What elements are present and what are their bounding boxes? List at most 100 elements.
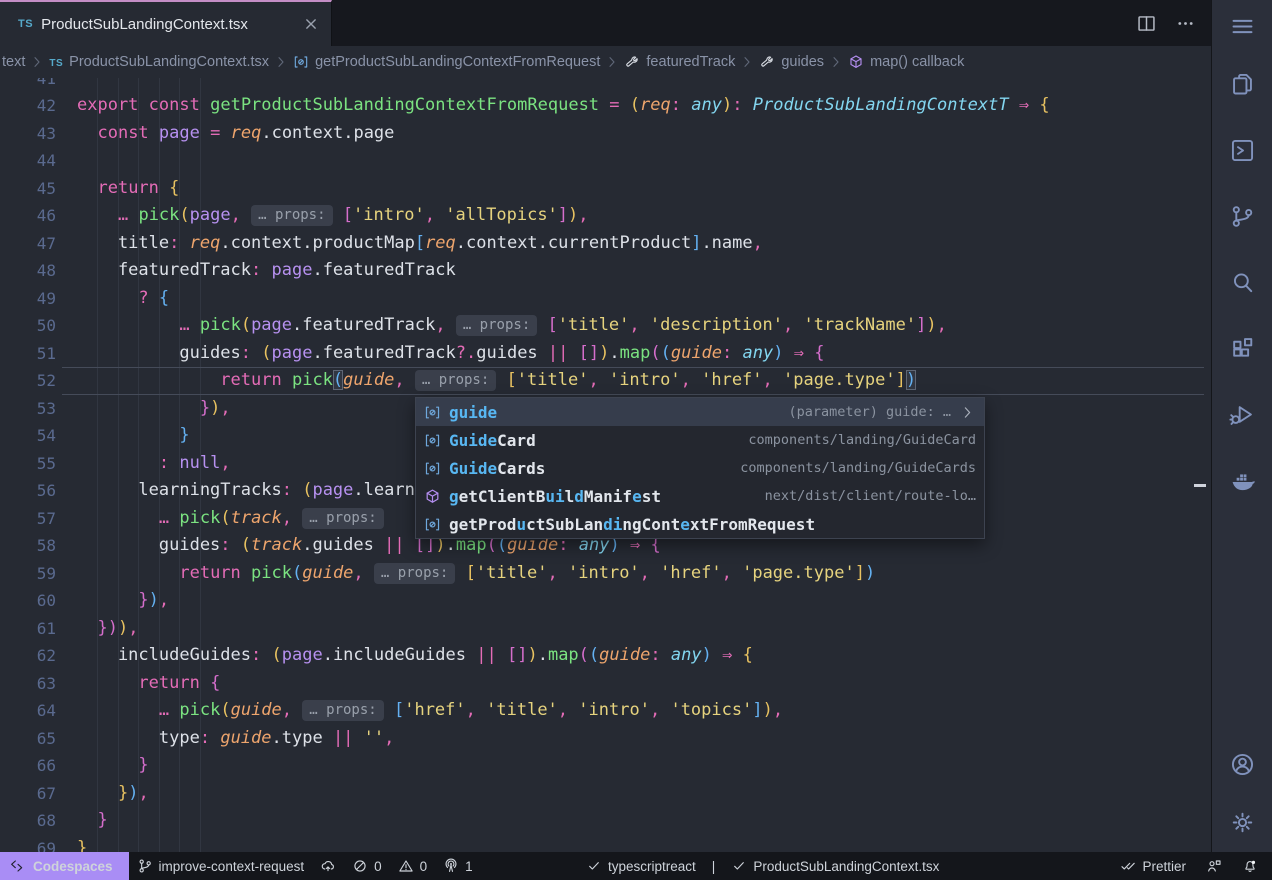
breadcrumb-label: featuredTrack xyxy=(646,54,735,70)
code-line-44[interactable]: 44 xyxy=(0,147,1212,175)
line-number[interactable]: 67 xyxy=(0,780,56,808)
source-control-icon[interactable] xyxy=(1212,190,1272,242)
wrench-icon xyxy=(624,54,640,70)
line-number[interactable]: 48 xyxy=(0,257,56,285)
breadcrumb-file[interactable]: TSProductSubLandingContext.tsx xyxy=(49,54,269,70)
feedback-icon-icon xyxy=(1206,858,1222,874)
settings-gear-icon[interactable] xyxy=(1212,796,1272,848)
line-number[interactable]: 46 xyxy=(0,202,56,230)
language-mode[interactable]: typescriptreact xyxy=(578,852,704,880)
line-number[interactable]: 66 xyxy=(0,752,56,780)
active-file-status[interactable]: ProductSubLandingContext.tsx xyxy=(723,852,947,880)
line-number[interactable]: 57 xyxy=(0,505,56,533)
code-line-52[interactable]: 52 return pick(guide, … props: ['title',… xyxy=(0,367,1212,395)
search-icon[interactable] xyxy=(1212,256,1272,308)
sync-cloud[interactable] xyxy=(312,852,344,880)
line-number[interactable]: 62 xyxy=(0,642,56,670)
line-number[interactable]: 45 xyxy=(0,175,56,203)
intellisense-suggest-widget: guide(parameter) guide: …GuideCardcompon… xyxy=(415,397,985,539)
code-line-42[interactable]: 42export const getProductSubLandingConte… xyxy=(0,92,1212,120)
line-number[interactable]: 63 xyxy=(0,670,56,698)
line-number[interactable]: 56 xyxy=(0,477,56,505)
code-line-45[interactable]: 45 return { xyxy=(0,175,1212,203)
line-number[interactable]: 61 xyxy=(0,615,56,643)
breadcrumb-symbol-guides[interactable]: guides xyxy=(759,54,824,70)
breadcrumb-folder[interactable]: text xyxy=(2,54,25,70)
line-number[interactable]: 41 xyxy=(0,78,56,92)
run-debug-icon[interactable] xyxy=(1212,388,1272,440)
suggest-item-0[interactable]: guide(parameter) guide: … xyxy=(416,398,984,426)
code-line-51[interactable]: 51 guides: (page.featuredTrack?.guides |… xyxy=(0,340,1212,368)
line-number[interactable]: 42 xyxy=(0,92,56,120)
code-line-41[interactable]: 41 xyxy=(0,78,1212,92)
breadcrumb-symbol-featuredtrack[interactable]: featuredTrack xyxy=(624,54,735,70)
code-line-46[interactable]: 46 … pick(page, … props: ['intro', 'allT… xyxy=(0,202,1212,230)
code-line-43[interactable]: 43 const page = req.context.page xyxy=(0,120,1212,148)
code-line-65[interactable]: 65 type: guide.type || '', xyxy=(0,725,1212,753)
terminal-icon[interactable] xyxy=(1212,124,1272,176)
expand-docs-icon[interactable] xyxy=(959,404,976,421)
line-number[interactable]: 54 xyxy=(0,422,56,450)
code-line-63[interactable]: 63 return { xyxy=(0,670,1212,698)
code-line-60[interactable]: 60 }), xyxy=(0,587,1212,615)
cube-icon xyxy=(848,54,864,70)
remote-indicator-icon xyxy=(10,858,26,874)
breadcrumb-symbol-map-callback[interactable]: map() callback xyxy=(848,54,964,70)
code-line-47[interactable]: 47 title: req.context.productMap[req.con… xyxy=(0,230,1212,258)
ports[interactable]: 1 xyxy=(435,852,481,880)
docker-icon[interactable] xyxy=(1212,454,1272,506)
formatter-prettier-icon xyxy=(1120,858,1136,874)
terminal-icon xyxy=(1229,137,1256,164)
line-number[interactable]: 49 xyxy=(0,285,56,313)
line-number[interactable]: 58 xyxy=(0,532,56,560)
code-line-66[interactable]: 66 } xyxy=(0,752,1212,780)
notifications-bell[interactable] xyxy=(1234,852,1266,880)
problems-warnings[interactable]: 0 xyxy=(390,852,436,880)
line-number[interactable]: 51 xyxy=(0,340,56,368)
code-line-61[interactable]: 61 })), xyxy=(0,615,1212,643)
suggest-item-2[interactable]: GuideCardscomponents/landing/GuideCards xyxy=(416,454,984,482)
line-number[interactable]: 65 xyxy=(0,725,56,753)
code-line-59[interactable]: 59 return pick(guide, … props: ['title',… xyxy=(0,560,1212,588)
account-icon[interactable] xyxy=(1212,738,1272,790)
line-number[interactable]: 53 xyxy=(0,395,56,423)
extensions-icon[interactable] xyxy=(1212,322,1272,374)
code-line-69[interactable]: 69} xyxy=(0,835,1212,853)
suggest-item-3[interactable]: getClientBuildManifestnext/dist/client/r… xyxy=(416,482,984,510)
menu-icon[interactable] xyxy=(1212,8,1272,44)
ports-icon xyxy=(443,858,459,874)
line-number[interactable]: 52 xyxy=(0,367,56,395)
suggest-item-1[interactable]: GuideCardcomponents/landing/GuideCard xyxy=(416,426,984,454)
code-line-64[interactable]: 64 … pick(guide, … props: ['href', 'titl… xyxy=(0,697,1212,725)
code-line-50[interactable]: 50 … pick(page.featuredTrack, … props: [… xyxy=(0,312,1212,340)
explorer-icon[interactable] xyxy=(1212,58,1272,110)
code-line-49[interactable]: 49 ? { xyxy=(0,285,1212,313)
line-number[interactable]: 60 xyxy=(0,587,56,615)
code-line-62[interactable]: 62 includeGuides: (page.includeGuides ||… xyxy=(0,642,1212,670)
breadcrumb-symbol-function[interactable]: getProductSubLandingContextFromRequest xyxy=(293,54,600,70)
formatter-prettier[interactable]: Prettier xyxy=(1112,852,1194,880)
remote-indicator[interactable]: Codespaces xyxy=(0,852,129,880)
close-tab-icon[interactable] xyxy=(301,14,321,34)
line-number[interactable]: 68 xyxy=(0,807,56,835)
line-number[interactable]: 43 xyxy=(0,120,56,148)
line-number[interactable]: 50 xyxy=(0,312,56,340)
git-branch[interactable]: improve-context-request xyxy=(129,852,313,880)
code-text: return { xyxy=(77,670,220,698)
line-number[interactable]: 44 xyxy=(0,147,56,175)
code-line-67[interactable]: 67 }), xyxy=(0,780,1212,808)
line-number[interactable]: 64 xyxy=(0,697,56,725)
suggest-detail: next/dist/client/route-lo… xyxy=(765,488,976,504)
code-line-48[interactable]: 48 featuredTrack: page.featuredTrack xyxy=(0,257,1212,285)
line-number[interactable]: 59 xyxy=(0,560,56,588)
suggest-item-4[interactable]: getProductSubLandingContextFromRequest xyxy=(416,510,984,538)
feedback-icon[interactable] xyxy=(1198,852,1230,880)
problems-errors[interactable]: 0 xyxy=(344,852,390,880)
line-number[interactable]: 47 xyxy=(0,230,56,258)
line-number[interactable]: 55 xyxy=(0,450,56,478)
code-line-68[interactable]: 68 } xyxy=(0,807,1212,835)
tab-productsublandingcontext[interactable]: TS ProductSubLandingContext.tsx xyxy=(0,0,332,46)
line-number[interactable]: 69 xyxy=(0,835,56,853)
split-editor-icon[interactable] xyxy=(1136,13,1157,34)
more-actions-icon[interactable] xyxy=(1175,13,1196,34)
